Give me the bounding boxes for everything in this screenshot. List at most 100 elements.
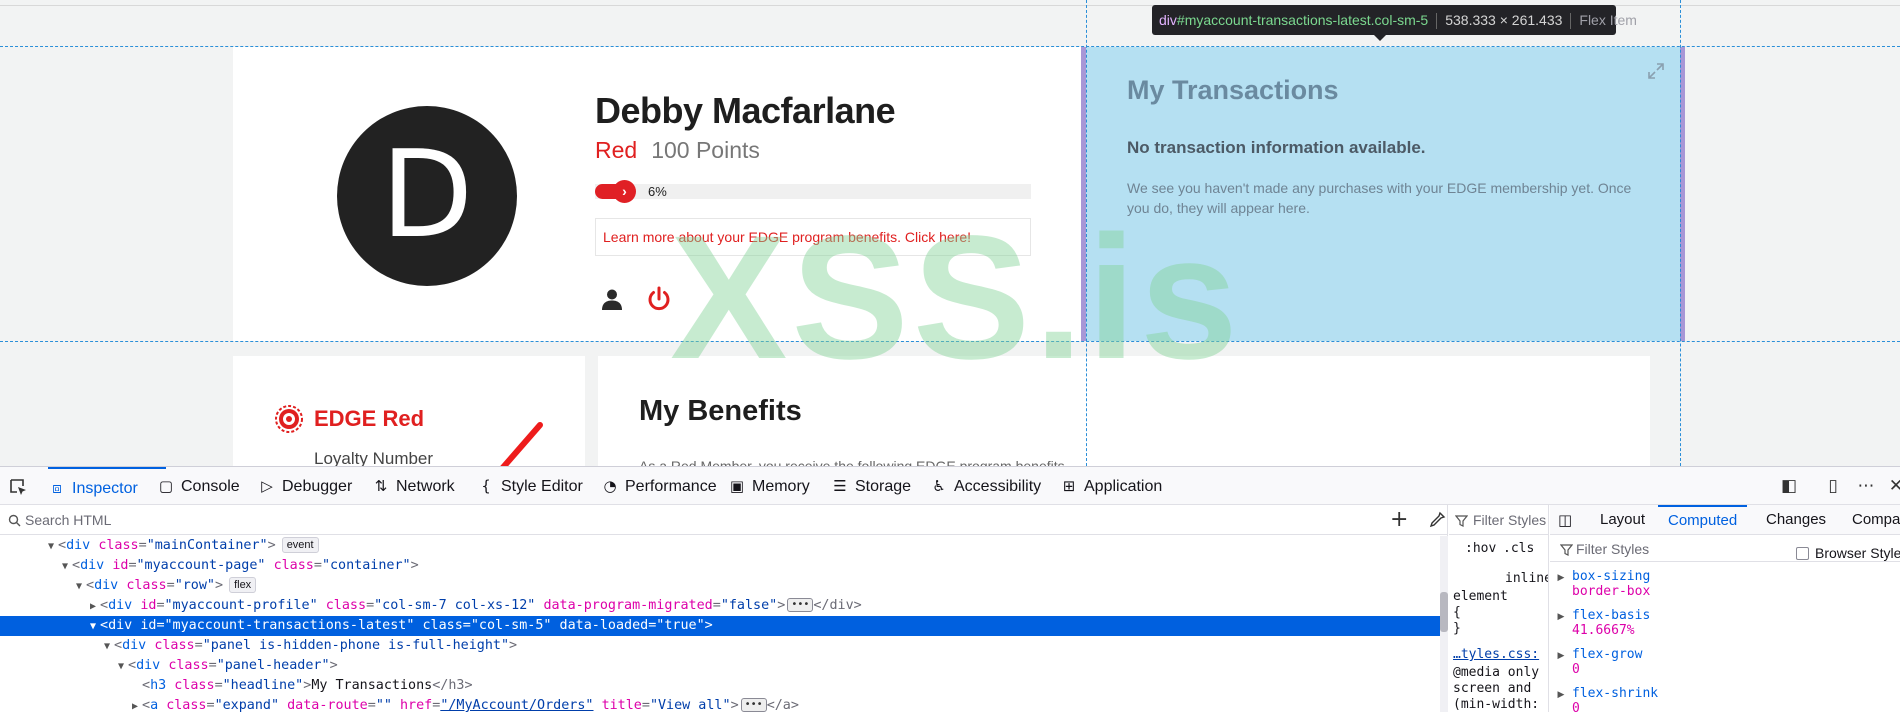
html-search-input[interactable]: [25, 510, 1325, 530]
tab-compatibility[interactable]: Compatibility: [1852, 505, 1900, 535]
tier-name: Red: [595, 137, 638, 163]
tab-performance[interactable]: ◔ Performance: [601, 467, 716, 505]
filter-icon: [1455, 515, 1468, 527]
search-icon: [8, 514, 21, 527]
tree-row[interactable]: ▼ <div id="myaccount-page" class="contain…: [0, 556, 1440, 576]
transactions-empty-desc: We see you haven't made any purchases wi…: [1127, 180, 1632, 216]
accessibility-icon: ♿: [932, 477, 946, 495]
tab-layout[interactable]: Layout: [1600, 505, 1645, 535]
my-benefits-title: My Benefits: [639, 395, 802, 427]
tooltip-dimensions: 538.333 × 261.433: [1445, 12, 1563, 28]
computed-property[interactable]: ▶ flex-basis 41.6667%: [1550, 608, 1900, 638]
class-toggle[interactable]: .cls: [1503, 541, 1534, 556]
loyalty-number-label: Loyalty Number: [314, 449, 434, 466]
pseudo-class-toggle[interactable]: :hov: [1465, 541, 1496, 556]
tree-row[interactable]: ▼ <div class="panel is-hidden-phone is-fu…: [0, 636, 1440, 656]
tab-debugger[interactable]: ▷ Debugger: [258, 467, 352, 505]
benefits-banner[interactable]: Learn more about your EDGE program benef…: [595, 218, 1031, 256]
tab-network[interactable]: ⇅ Network: [372, 467, 455, 505]
element-rule-close: }: [1453, 621, 1461, 636]
element-rule-open: {: [1453, 605, 1461, 620]
tab-application[interactable]: ⊞ Application: [1060, 467, 1163, 505]
edge-tier-title: EDGE Red: [314, 406, 425, 431]
points-value: 100 Points: [651, 137, 760, 163]
tree-row[interactable]: ▼ <div class="row"> flex: [0, 576, 1440, 596]
element-picker-icon[interactable]: [8, 477, 28, 497]
tab-style-editor[interactable]: {Style Editor: [477, 467, 583, 505]
devtools-toolbar: ⧈ Inspector ▢ Console ▷ Debugger ⇅ Network {…: [0, 467, 1900, 505]
tab-computed[interactable]: Computed: [1658, 505, 1748, 535]
stylesheet-link[interactable]: …tyles.css:: [1453, 647, 1539, 662]
rules-pane: Filter Styles :hov .cls inline element {…: [1449, 505, 1549, 712]
tab-console[interactable]: ▢ Console: [157, 467, 240, 505]
profile-name: Debby Macfarlane: [595, 90, 896, 131]
edge-logo-icon: [275, 405, 303, 433]
tree-row[interactable]: ▼ <div class="panel-header">: [0, 656, 1440, 676]
tooltip-tag: div: [1159, 12, 1177, 28]
style-editor-icon: {: [481, 477, 491, 495]
dock-side-icon[interactable]: ◧: [1779, 476, 1799, 496]
collapsed-children-badge[interactable]: •••: [740, 698, 767, 712]
highlight-guide-top: [0, 46, 1900, 47]
highlight-guide-left: [1086, 0, 1087, 466]
tree-row[interactable]: ▶ <div id="myaccount-profile" class="col-…: [0, 596, 1440, 616]
tree-row[interactable]: ▶ <a class="expand" data-route="" href="/…: [0, 696, 1440, 712]
tab-storage[interactable]: ☰ Storage: [831, 467, 911, 505]
filter-icon: [1560, 544, 1573, 556]
tooltip-selector: #myaccount-transactions-latest.col-sm-5: [1176, 12, 1429, 28]
tree-row[interactable]: <h3 class="headline">My Transactions</h3…: [0, 676, 1440, 696]
media-query-line: screen and: [1453, 681, 1532, 696]
tier-progress-bar: › 6%: [595, 180, 1031, 203]
event-badge[interactable]: event: [281, 537, 319, 553]
flex-badge[interactable]: flex: [229, 577, 257, 593]
media-query-line: @media only: [1453, 665, 1540, 680]
highlight-guide-bottom: [0, 341, 1900, 342]
tab-changes[interactable]: Changes: [1766, 505, 1826, 535]
my-benefits-text: As a Red Member, you receive the followi…: [639, 458, 1065, 466]
power-icon[interactable]: [645, 285, 673, 313]
performance-icon: ◔: [603, 477, 617, 495]
browser-styles-checkbox[interactable]: Browser Styles: [1796, 540, 1900, 566]
add-node-icon[interactable]: +: [1390, 508, 1408, 532]
inline-label: inline: [1505, 571, 1549, 586]
avatar: D: [337, 106, 517, 286]
tab-inspector[interactable]: ⧈ Inspector: [48, 467, 166, 505]
tooltip-flex-label: Flex Item: [1579, 12, 1637, 28]
eyedropper-icon[interactable]: [1428, 511, 1446, 529]
inspector-icon: ⧈: [52, 479, 62, 497]
expand-icon[interactable]: [1647, 62, 1665, 80]
rules-filter-input[interactable]: Filter Styles: [1449, 505, 1548, 535]
markup-scrollbar-thumb[interactable]: [1440, 592, 1448, 632]
storage-icon: ☰: [833, 477, 847, 495]
media-query-line: (min-width:: [1453, 697, 1540, 712]
tree-row-selected[interactable]: ▼ <div id="myaccount-transactions-latest"…: [0, 616, 1440, 636]
more-options-icon[interactable]: ⋯: [1856, 476, 1876, 496]
benefits-link[interactable]: Learn more about your EDGE program benef…: [603, 229, 971, 245]
computed-property[interactable]: ▶ box-sizing border-box: [1550, 569, 1900, 599]
transactions-empty-title: No transaction information available.: [1127, 138, 1426, 157]
highlight-guide-right: [1680, 0, 1681, 466]
computed-filter-input[interactable]: Filter Styles Browser Styles: [1550, 536, 1900, 562]
console-icon: ▢: [158, 477, 174, 495]
devtools-panel: ⧈ Inspector ▢ Console ▷ Debugger ⇅ Network {…: [0, 466, 1900, 712]
element-rule-selector: element: [1453, 589, 1508, 604]
tab-accessibility[interactable]: ♿ Accessibility: [930, 467, 1041, 505]
tier-line: Red 100 Points: [595, 137, 760, 164]
tab-memory[interactable]: ▣ Memory: [728, 467, 810, 505]
sidebar-toggle-icon[interactable]: ◫: [1558, 505, 1572, 535]
user-icon[interactable]: [600, 287, 624, 311]
side-panel: ◫ Layout Computed Changes Compatibility …: [1550, 505, 1900, 712]
collapsed-children-badge[interactable]: •••: [787, 598, 814, 612]
computed-property[interactable]: ▶ flex-grow 0: [1550, 647, 1900, 677]
progress-label: 6%: [648, 184, 667, 199]
page-viewport: D Debby Macfarlane Red 100 Points › 6% Le…: [0, 0, 1900, 466]
tree-row[interactable]: ▼ <div class="mainContainer"> event: [0, 536, 1440, 556]
markup-pane: + ▼<div class="mainContainer">event ▼<di…: [0, 505, 1448, 712]
computed-property[interactable]: ▶ flex-shrink 0: [1550, 686, 1900, 712]
markup-tree: ▼ <div class="mainContainer"> event ▼ <div …: [0, 536, 1440, 712]
html-search-bar: +: [0, 505, 1448, 535]
close-devtools-icon[interactable]: ✕: [1886, 476, 1900, 496]
memory-icon: ▣: [729, 477, 745, 495]
responsive-mode-icon[interactable]: ▯: [1823, 476, 1843, 496]
markup-scrollbar[interactable]: [1440, 536, 1448, 712]
